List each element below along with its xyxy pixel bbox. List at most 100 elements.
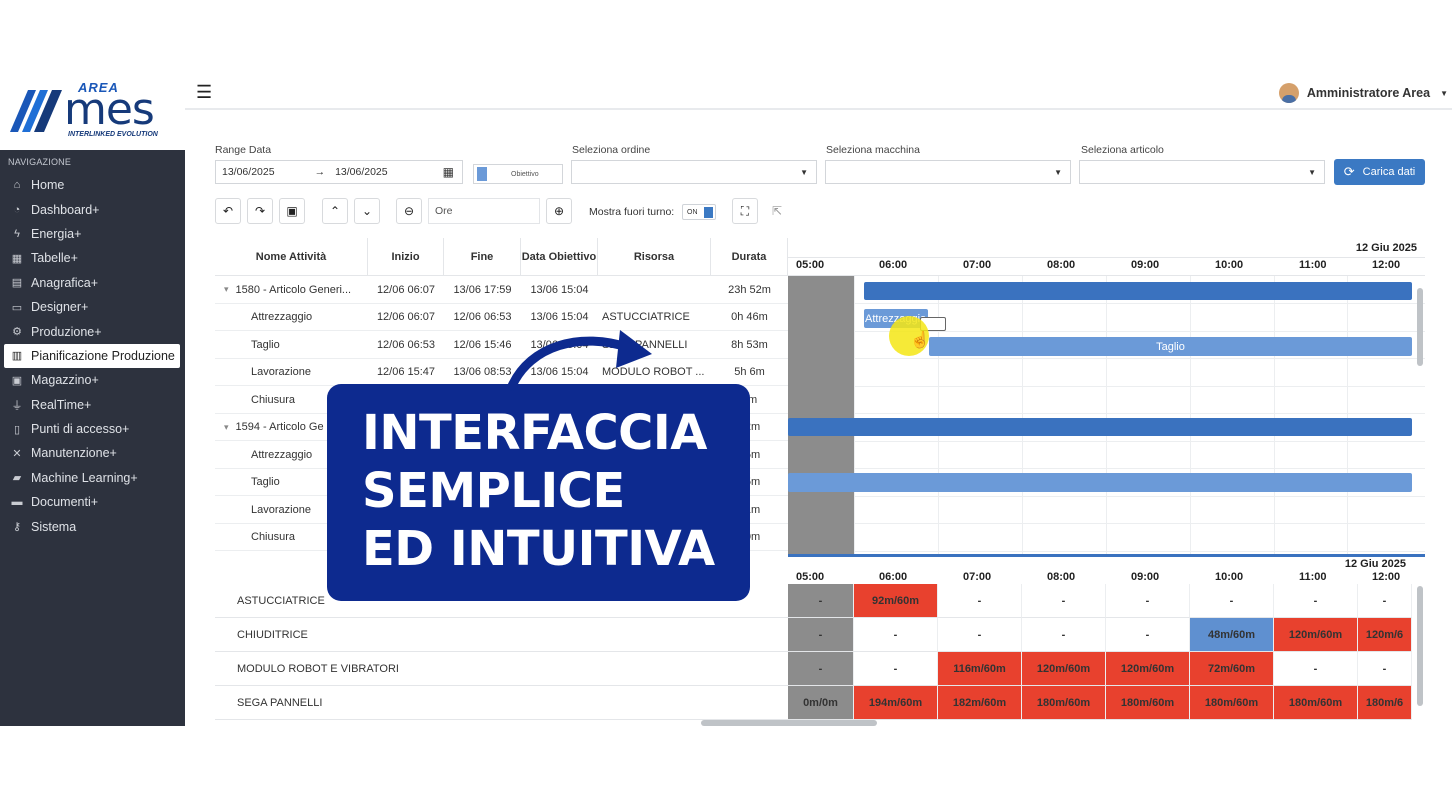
sidebar-item-realtime[interactable]: ⏚ RealTime+ — [4, 393, 180, 417]
undo-button[interactable]: ↶ — [215, 198, 241, 224]
load-cell[interactable]: - — [1106, 618, 1190, 652]
logo[interactable]: AREA mes INTERLINKED EVOLUTION — [0, 76, 185, 150]
load-cell[interactable]: 182m/60m — [938, 686, 1022, 720]
collapse-all-button[interactable]: ⌃ — [322, 198, 348, 224]
fullscreen-button[interactable]: ⛶ — [732, 198, 758, 224]
logo-tagline: INTERLINKED EVOLUTION — [68, 131, 158, 138]
load-cell[interactable]: 180m/60m — [1190, 686, 1274, 720]
load-cell[interactable]: - — [1358, 584, 1412, 618]
sidebar-item-machine-learning[interactable]: ▰ Machine Learning+ — [4, 466, 180, 490]
load-cell[interactable]: 120m/60m — [1274, 618, 1358, 652]
table-row[interactable]: ▾ 1580 - Articolo Generi... 12/06 06:07 13/… — [215, 276, 788, 304]
resource-name: ASTUCCIATRICE — [237, 594, 325, 607]
load-cell[interactable]: - — [1022, 584, 1106, 618]
load-cell[interactable]: - — [938, 618, 1022, 652]
group-bar-1580[interactable] — [864, 282, 1412, 300]
col-header-end[interactable]: Fine — [444, 238, 521, 276]
sidebar-item-punti-accesso[interactable]: ▯ Punti di accesso+ — [4, 417, 180, 441]
load-cell[interactable]: - — [788, 652, 854, 686]
load-cell[interactable]: - — [1106, 584, 1190, 618]
load-cell[interactable]: 92m/60m — [854, 584, 938, 618]
group-bar-1594[interactable] — [788, 418, 1412, 436]
machine-select[interactable]: ▼ — [825, 160, 1071, 184]
chevron-down-icon: ▼ — [1054, 168, 1062, 177]
sidebar-item-manutenzione[interactable]: ✕ Manutenzione+ — [4, 441, 180, 465]
sidebar-item-sistema[interactable]: ⚷ Sistema — [4, 514, 180, 538]
load-cell[interactable]: - — [938, 584, 1022, 618]
user-menu[interactable]: Amministratore Area ▼ — [1278, 83, 1448, 103]
zoom-unit-value: Ore — [435, 205, 453, 217]
col-header-duration[interactable]: Durata — [711, 238, 788, 276]
date-to: 13/06/2025 — [335, 166, 388, 178]
task-bar-taglio[interactable]: Taglio — [929, 337, 1412, 356]
load-cell[interactable]: - — [1022, 618, 1106, 652]
task-bar-taglio-1594[interactable] — [788, 473, 1412, 492]
zoom-unit-field[interactable]: Ore — [428, 198, 540, 224]
zoom-out-button[interactable]: ⊖ — [396, 198, 422, 224]
redo-button[interactable]: ↷ — [247, 198, 273, 224]
load-cell[interactable]: 120m/60m — [1022, 652, 1106, 686]
caret-down-icon[interactable]: ▾ — [224, 284, 229, 295]
col-header-target[interactable]: Data Obiettivo — [521, 238, 598, 276]
shift-toggle[interactable]: ON — [682, 204, 716, 220]
article-select[interactable]: ▼ — [1079, 160, 1325, 184]
load-cell[interactable]: - — [1274, 584, 1358, 618]
zoom-in-button[interactable]: ⊕ — [546, 198, 572, 224]
sidebar-item-energia[interactable]: ϟ Energia+ — [4, 222, 180, 246]
load-cell[interactable]: - — [1274, 652, 1358, 686]
resource-row[interactable]: SEGA PANNELLI — [215, 686, 788, 720]
horizontal-scrollbar[interactable] — [701, 720, 877, 726]
sidebar-item-anagrafica[interactable]: ▤ Anagrafica+ — [4, 271, 180, 295]
load-cell[interactable]: 194m/60m — [854, 686, 938, 720]
gantt-scrollbar[interactable] — [1417, 288, 1423, 366]
top-bar: ☰ Amministratore Area ▼ — [185, 76, 1452, 110]
sidebar-item-pianificazione[interactable]: ▥ Pianificazione Produzione — [4, 343, 180, 369]
resource-scrollbar[interactable] — [1417, 586, 1423, 706]
caret-down-icon[interactable]: ▾ — [224, 422, 229, 433]
load-cell[interactable]: - — [854, 652, 938, 686]
sidebar-item-designer[interactable]: ▭ Designer+ — [4, 295, 180, 319]
load-cell[interactable]: 180m/6 — [1358, 686, 1412, 720]
objective-label: Obiettivo — [511, 170, 539, 178]
load-cell[interactable]: 72m/60m — [1190, 652, 1274, 686]
cell-end: 12/06 06:53 — [453, 311, 512, 324]
cell-target: 13/06 15:04 — [530, 283, 589, 296]
load-cell[interactable]: 116m/60m — [938, 652, 1022, 686]
sidebar-item-dashboard[interactable]: ◔ Dashboard+ — [4, 197, 180, 221]
order-select[interactable]: ▼ — [571, 160, 817, 184]
col-header-start[interactable]: Inizio — [368, 238, 444, 276]
calendar-icon[interactable]: ▦ — [443, 165, 454, 179]
resource-hour-label: 05:00 — [796, 571, 825, 583]
load-cell[interactable]: 120m/60m — [1106, 652, 1190, 686]
sidebar-item-magazzino[interactable]: ▣ Magazzino+ — [4, 368, 180, 392]
sidebar-item-produzione[interactable]: ⚙ Produzione+ — [4, 319, 180, 343]
menu-toggle-icon[interactable]: ☰ — [196, 82, 212, 103]
load-cell[interactable]: 0m/0m — [788, 686, 854, 720]
load-cell[interactable]: 180m/60m — [1106, 686, 1190, 720]
load-cell[interactable]: - — [854, 618, 938, 652]
cogs-icon: ⚙ — [12, 326, 22, 339]
gantt-row-line — [788, 385, 1425, 387]
load-cell[interactable]: 120m/6 — [1358, 618, 1412, 652]
load-cell[interactable]: - — [788, 618, 854, 652]
sidebar-item-documenti[interactable]: ▬ Documenti+ — [4, 490, 180, 514]
expand-all-button[interactable]: ⌄ — [354, 198, 380, 224]
sidebar-item-home[interactable]: ⌂ Home — [4, 173, 180, 197]
load-cell[interactable]: 180m/60m — [1022, 686, 1106, 720]
date-range-input[interactable]: 13/06/2025 → 13/06/2025 ▦ — [215, 160, 463, 184]
gantt-row-line — [788, 440, 1425, 442]
sidebar-item-label: Energia+ — [31, 226, 82, 241]
resource-row[interactable]: CHIUDITRICE — [215, 618, 788, 652]
load-cell[interactable]: - — [788, 584, 854, 618]
sidebar-item-tabelle[interactable]: ▦ Tabelle+ — [4, 246, 180, 270]
col-header-resource[interactable]: Risorsa — [598, 238, 711, 276]
col-header-name[interactable]: Nome Attività — [215, 238, 368, 276]
load-cell[interactable]: 180m/60m — [1274, 686, 1358, 720]
export-button[interactable]: ⇱ — [764, 198, 790, 224]
load-data-button[interactable]: ⟳ Carica dati — [1334, 159, 1425, 185]
load-cell[interactable]: - — [1358, 652, 1412, 686]
load-cell[interactable]: 48m/60m — [1190, 618, 1274, 652]
resource-row[interactable]: MODULO ROBOT E VIBRATORI — [215, 652, 788, 686]
load-cell[interactable]: - — [1190, 584, 1274, 618]
save-button[interactable]: ▣ — [279, 198, 305, 224]
